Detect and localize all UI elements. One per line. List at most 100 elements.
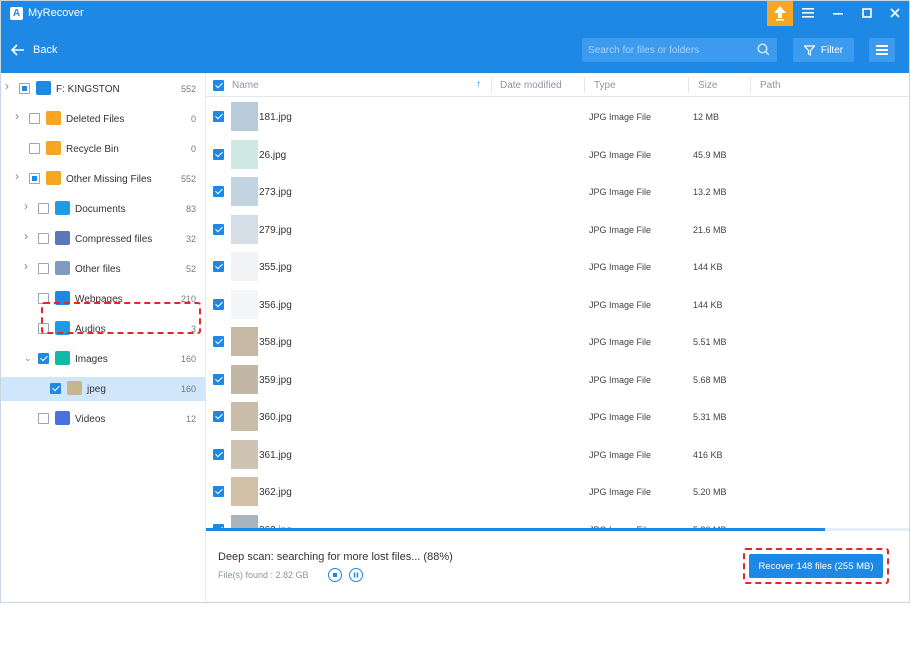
tree-item-label: Compressed files xyxy=(75,234,153,245)
tree-item[interactable]: › F: KINGSTON 552 xyxy=(1,77,205,101)
tree-item[interactable]: ⌄ Images 160 xyxy=(1,347,205,371)
minimize-button[interactable] xyxy=(828,5,848,23)
folder-tree: › F: KINGSTON 552 › Deleted Files 0 Recycle Bi… xyxy=(1,73,206,602)
tree-item[interactable]: Videos 12 xyxy=(1,407,205,431)
other-files-icon xyxy=(55,261,70,275)
tree-item[interactable]: › Other Missing Files 552 xyxy=(1,167,205,191)
chevron-right-icon[interactable]: › xyxy=(15,170,25,182)
app-window: A MyRecover Back Filter xyxy=(0,0,910,603)
file-checkbox[interactable] xyxy=(213,486,224,497)
pause-scan-button[interactable] xyxy=(349,568,363,582)
file-checkbox[interactable] xyxy=(213,411,224,422)
chevron-right-icon[interactable]: › xyxy=(24,200,34,212)
view-menu-button[interactable] xyxy=(869,38,895,62)
file-checkbox[interactable] xyxy=(213,148,224,160)
documents-icon xyxy=(55,201,70,215)
tree-item-label: Videos xyxy=(75,414,106,425)
files-found-text: File(s) found : 2.82 GB xyxy=(218,570,309,580)
jpeg-highlight-annotation xyxy=(41,302,201,334)
image-icon xyxy=(55,351,70,365)
file-thumbnail xyxy=(231,252,258,281)
file-size: 5.51 MB xyxy=(693,337,727,347)
column-path[interactable]: Path xyxy=(760,80,781,91)
column-name[interactable]: Name xyxy=(232,80,259,91)
file-thumbnail xyxy=(231,477,258,506)
tree-item[interactable]: Recycle Bin 0 xyxy=(1,137,205,161)
tree-item-checkbox[interactable] xyxy=(19,83,30,94)
chevron-right-icon[interactable]: › xyxy=(5,80,15,92)
hamburger-menu-icon[interactable] xyxy=(798,5,818,23)
file-thumbnail xyxy=(231,439,258,469)
tree-item-count: 32 xyxy=(185,234,196,244)
column-size[interactable]: Size xyxy=(698,80,717,91)
tree-item-label: Documents xyxy=(75,204,126,215)
file-name: 355.jpg xyxy=(259,262,292,273)
table-row[interactable]: 181.jpg JPG Image File 12 MB xyxy=(206,98,909,135)
file-checkbox[interactable] xyxy=(213,261,224,272)
column-separator xyxy=(750,77,751,93)
file-thumbnail xyxy=(231,364,258,394)
column-date-modified[interactable]: Date modified xyxy=(500,80,562,91)
search-input[interactable] xyxy=(588,41,748,59)
tree-item-label: Other Missing Files xyxy=(66,174,152,185)
chevron-down-icon[interactable]: ⌄ xyxy=(24,353,34,363)
file-type: JPG Image File xyxy=(589,262,652,272)
chevron-right-icon[interactable]: › xyxy=(24,260,34,272)
file-type: JPG Image File xyxy=(589,224,652,235)
file-type: JPG Image File xyxy=(589,487,652,497)
file-checkbox[interactable] xyxy=(213,111,224,122)
tree-item[interactable]: › Deleted Files 0 xyxy=(1,107,205,131)
table-row[interactable]: 358.jpg JPG Image File 5.51 MB xyxy=(206,323,909,360)
file-name: 279.jpg xyxy=(259,224,292,236)
column-separator xyxy=(584,77,585,93)
tree-item[interactable]: jpeg 160 xyxy=(1,377,205,401)
app-logo-icon: A xyxy=(10,7,23,20)
close-button[interactable] xyxy=(885,5,905,23)
chevron-right-icon[interactable]: › xyxy=(15,110,25,122)
table-row[interactable]: 26.jpg JPG Image File 45.9 MB xyxy=(206,136,909,173)
stop-scan-button[interactable] xyxy=(328,568,342,582)
table-row[interactable]: 359.jpg JPG Image File 5.68 MB xyxy=(206,361,909,398)
maximize-button[interactable] xyxy=(857,5,877,23)
tree-item[interactable]: › Documents 83 xyxy=(1,197,205,221)
tree-item-checkbox[interactable] xyxy=(38,263,49,274)
table-row[interactable]: 356.jpg JPG Image File 144 KB xyxy=(206,286,909,323)
back-button[interactable]: Back xyxy=(11,41,57,59)
sort-arrow-up-icon[interactable]: ↑ xyxy=(476,79,481,90)
file-checkbox[interactable] xyxy=(213,298,224,310)
chevron-right-icon[interactable]: › xyxy=(24,230,34,242)
table-row[interactable]: 273.jpg JPG Image File 13.2 MB xyxy=(206,173,909,210)
folder-icon xyxy=(46,171,61,185)
recover-button[interactable]: Recover 148 files (255 MB) xyxy=(749,554,883,578)
file-checkbox[interactable] xyxy=(213,336,224,347)
tree-item-checkbox[interactable] xyxy=(38,413,49,424)
table-row[interactable]: 279.jpg JPG Image File 21.6 MB xyxy=(206,211,909,248)
tree-item-checkbox[interactable] xyxy=(38,203,49,214)
table-row[interactable]: 355.jpg JPG Image File 144 KB xyxy=(206,248,909,285)
file-checkbox[interactable] xyxy=(213,373,224,385)
drive-icon xyxy=(36,81,51,95)
filter-button[interactable]: Filter xyxy=(793,38,854,62)
tree-item-checkbox[interactable] xyxy=(29,113,40,124)
file-name: 358.jpg xyxy=(259,337,292,348)
table-row[interactable]: 361.jpg JPG Image File 416 KB xyxy=(206,436,909,473)
table-row[interactable]: 362.jpg JPG Image File 5.20 MB xyxy=(206,473,909,510)
file-checkbox[interactable] xyxy=(213,186,224,197)
file-name: 26.jpg xyxy=(259,149,287,161)
file-name: 362.jpg xyxy=(259,487,292,498)
file-checkbox[interactable] xyxy=(213,223,224,235)
tree-item[interactable]: › Compressed files 32 xyxy=(1,227,205,251)
tree-item[interactable]: › Other files 52 xyxy=(1,257,205,281)
upgrade-button[interactable] xyxy=(767,1,793,26)
tree-item-checkbox[interactable] xyxy=(38,353,49,364)
tree-item-checkbox[interactable] xyxy=(29,143,40,154)
tree-item-checkbox[interactable] xyxy=(50,383,61,394)
table-row[interactable]: 360.jpg JPG Image File 5.31 MB xyxy=(206,398,909,435)
tree-item-checkbox[interactable] xyxy=(38,233,49,244)
search-icon[interactable] xyxy=(757,43,770,56)
tree-item-checkbox[interactable] xyxy=(29,173,40,184)
select-all-checkbox[interactable] xyxy=(213,80,224,91)
column-header: Name ↑ Date modified Type Size Path xyxy=(206,73,909,97)
file-checkbox[interactable] xyxy=(213,448,224,460)
column-type[interactable]: Type xyxy=(594,80,616,91)
